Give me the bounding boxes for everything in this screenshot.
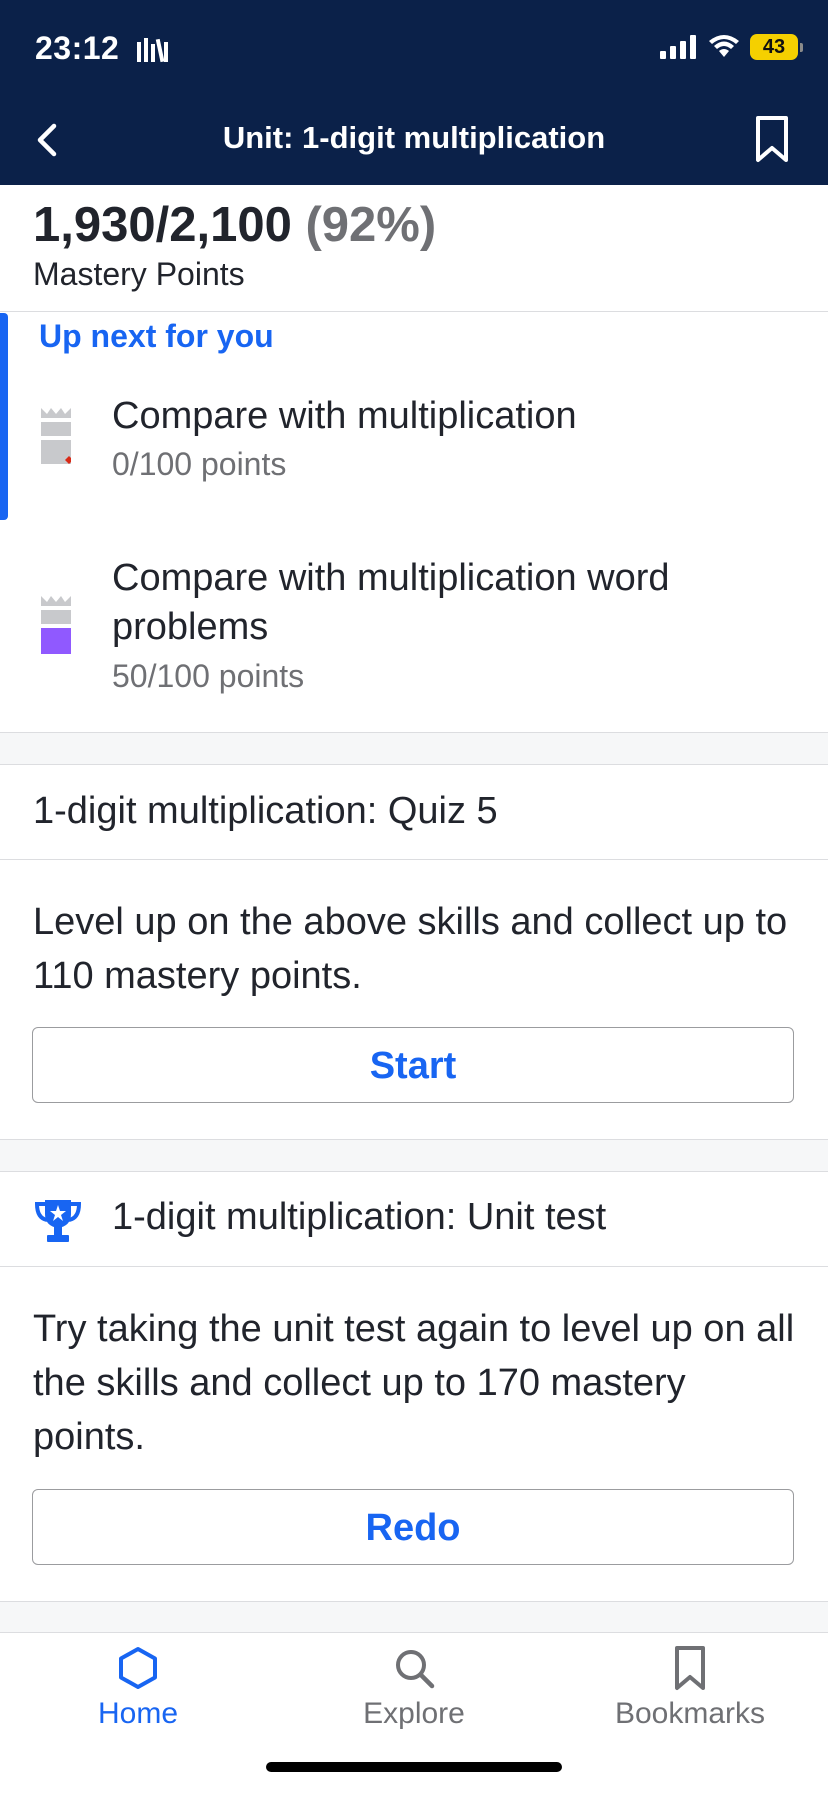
battery-indicator: 43	[750, 34, 803, 60]
mastery-level-icon	[41, 408, 71, 464]
search-icon	[396, 1650, 435, 1689]
quiz-title: 1-digit multiplication: Quiz 5	[33, 790, 498, 832]
mastery-label: Mastery Points	[33, 256, 245, 292]
up-next-label: Up next for you	[39, 318, 274, 354]
start-quiz-button[interactable]: Start	[32, 1027, 794, 1103]
divider	[0, 1266, 828, 1267]
signal-icon	[660, 35, 696, 59]
wifi-icon	[709, 35, 739, 57]
skill-points: 50/100 points	[112, 658, 305, 694]
divider	[0, 859, 828, 860]
unit-test-title: 1-digit multiplication: Unit test	[112, 1196, 607, 1238]
back-button[interactable]	[26, 118, 70, 162]
status-indicators: 43	[660, 34, 803, 60]
tab-home[interactable]: Home	[0, 1633, 276, 1731]
tab-label: Explore	[363, 1697, 465, 1730]
tab-label: Home	[97, 1697, 179, 1730]
redo-unit-test-button[interactable]: Redo	[32, 1489, 794, 1565]
skill-item[interactable]: Compare with multiplication 0/100 points	[0, 390, 828, 500]
nav-bar: Unit: 1-digit multiplication	[0, 100, 828, 185]
section-separator	[0, 1139, 828, 1172]
unit-test-description: Try taking the unit test again to level …	[33, 1308, 795, 1458]
tab-label: Bookmarks	[614, 1697, 766, 1730]
quiz-description: Level up on the above skills and collect…	[33, 901, 788, 997]
mastery-values: 1,930/2,100 (92%)	[33, 196, 436, 254]
status-bar: 23:12 43	[0, 0, 828, 100]
section-separator	[0, 1601, 828, 1633]
battery-level: 43	[762, 36, 786, 58]
home-indicator	[266, 1762, 562, 1772]
trophy-icon	[34, 1200, 82, 1242]
mastery-summary: 1,930/2,100 (92%) Mastery Points	[33, 196, 436, 293]
tab-bookmarks[interactable]: Bookmarks	[552, 1633, 828, 1731]
skill-points: 0/100 points	[112, 446, 287, 482]
section-separator	[0, 732, 828, 765]
status-time: 23:12	[35, 30, 120, 66]
divider	[0, 311, 828, 312]
bookmark-icon	[675, 1646, 705, 1690]
battery-tip	[800, 43, 803, 52]
tab-explore[interactable]: Explore	[276, 1633, 552, 1731]
page-title: Unit: 1-digit multiplication	[222, 120, 606, 155]
mastery-percent: (92%)	[305, 198, 437, 252]
skill-item[interactable]: Compare with multiplication word problem…	[0, 554, 828, 714]
skill-title: Compare with multiplication word problem…	[112, 557, 670, 648]
bookmark-button[interactable]	[752, 114, 792, 164]
hexagon-home-icon	[119, 1647, 157, 1689]
mastery-level-icon	[41, 596, 71, 654]
skill-title: Compare with multiplication	[112, 395, 577, 437]
mastery-points: 1,930/2,100	[33, 198, 292, 252]
library-icon	[137, 38, 168, 63]
